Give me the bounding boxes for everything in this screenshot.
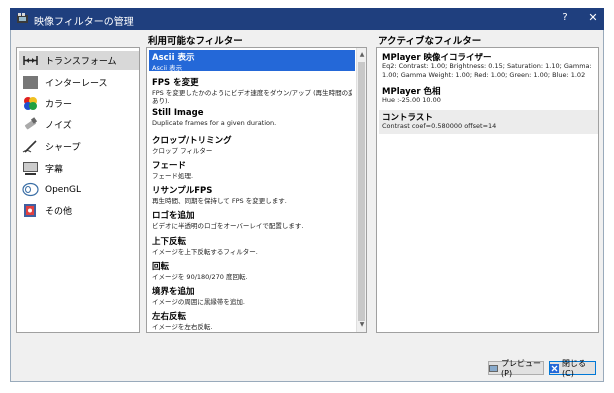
category-label: OpenGL bbox=[45, 184, 82, 195]
filter-item[interactable]: 境界を追加 イメージの周囲に黒縁帯を追加. bbox=[149, 284, 355, 309]
scroll-up-icon[interactable]: ▲ bbox=[357, 50, 366, 60]
preview-label: プレビュー(P) bbox=[501, 359, 541, 378]
category-label: シャープ bbox=[45, 143, 81, 153]
available-filter-list: Ascii 表示 Ascii 表示 FPS を変更 FPS を変更したかのように… bbox=[146, 47, 367, 333]
filter-item[interactable]: 回転 イメージを 90/180/270 度回転. bbox=[149, 259, 355, 284]
category-sharpen[interactable]: シャープ bbox=[19, 137, 139, 156]
category-label: その他 bbox=[45, 207, 73, 217]
dialog-body: トランスフォーム インターレース カラー ノイズ シャープ 字幕 OpenGL bbox=[10, 30, 604, 382]
category-label: ノイズ bbox=[45, 121, 72, 131]
transform-icon bbox=[22, 53, 39, 68]
filter-item[interactable]: リサンプルFPS 再生時間、同期を保持して FPS を変更します. bbox=[149, 183, 355, 208]
opengl-icon bbox=[22, 182, 39, 197]
available-filters-heading: 利用可能なフィルター bbox=[148, 36, 243, 47]
category-label: インターレース bbox=[45, 79, 108, 89]
filter-item[interactable]: 左右反転 イメージを左右反転. bbox=[149, 309, 355, 332]
category-label: カラー bbox=[45, 100, 73, 110]
category-label: トランスフォーム bbox=[45, 57, 117, 67]
help-button[interactable]: ? bbox=[558, 12, 572, 23]
close-window-button[interactable]: ✕ bbox=[586, 11, 600, 24]
color-icon bbox=[22, 96, 39, 111]
filter-desc: 再生時間、同期を保持して FPS を変更します. bbox=[152, 197, 287, 205]
active-filter-desc: Eq2: Contrast: 1.00; Brightness: 0.15; S… bbox=[382, 62, 592, 79]
active-filter-item[interactable]: MPlayer 色相 Hue :-25.00 10.00 bbox=[379, 84, 598, 108]
noise-icon bbox=[22, 117, 39, 132]
category-list: トランスフォーム インターレース カラー ノイズ シャープ 字幕 OpenGL bbox=[16, 47, 140, 333]
filter-item[interactable]: ロゴを追加 ビデオに半透明のロゴをオーバーレイで配置します. bbox=[149, 208, 355, 233]
filter-item[interactable]: FPS を変更 FPS を変更したかのようにビデオ速度をダウン/アップ (再生時… bbox=[149, 75, 355, 105]
category-misc[interactable]: その他 bbox=[19, 201, 139, 220]
app-icon bbox=[16, 12, 29, 25]
active-filter-list: MPlayer 映像イコライザー Eq2: Contrast: 1.00; Br… bbox=[376, 47, 599, 333]
filter-desc: FPS を変更したかのようにビデオ速度をダウン/アップ (再生時間の変化 bbox=[152, 89, 352, 97]
filter-desc: Ascii 表示 bbox=[152, 64, 183, 72]
scrollbar-thumb[interactable] bbox=[358, 62, 365, 321]
category-color[interactable]: カラー bbox=[19, 94, 139, 113]
active-filter-desc: Contrast coef=0.580000 offset=14 bbox=[382, 122, 497, 130]
filter-item[interactable]: フェード フェード処理. bbox=[149, 158, 355, 183]
preview-button[interactable]: プレビュー(P) bbox=[488, 359, 544, 378]
filter-desc: あり). bbox=[152, 97, 170, 105]
sharpen-icon bbox=[22, 139, 39, 154]
filter-desc: クロップ フィルター bbox=[152, 147, 213, 155]
filter-item[interactable]: 上下反転 イメージを上下反転するフィルター. bbox=[149, 234, 355, 259]
filter-desc: イメージを上下反転するフィルター. bbox=[152, 248, 258, 256]
title-bar: 映像フィルターの管理 ? ✕ bbox=[10, 8, 604, 30]
filter-desc: イメージの周囲に黒縁帯を追加. bbox=[152, 298, 245, 306]
filter-desc: Duplicate frames for a given duration. bbox=[152, 119, 277, 127]
category-opengl[interactable]: OpenGL bbox=[19, 180, 139, 199]
filter-desc: フェード処理. bbox=[152, 172, 194, 180]
close-button[interactable]: 閉じる(C) bbox=[549, 359, 596, 378]
subtitle-icon bbox=[22, 161, 39, 176]
filter-item[interactable]: Ascii 表示 Ascii 表示 bbox=[149, 50, 355, 72]
category-transform[interactable]: トランスフォーム bbox=[19, 51, 139, 70]
close-icon bbox=[550, 363, 559, 373]
category-noise[interactable]: ノイズ bbox=[19, 115, 139, 134]
filter-item[interactable]: Still Image Duplicate frames for a given… bbox=[149, 107, 355, 132]
filter-list-scrollbar[interactable]: ▲ ▼ bbox=[356, 48, 366, 332]
preview-icon bbox=[489, 364, 498, 373]
active-filter-item[interactable]: MPlayer 映像イコライザー Eq2: Contrast: 1.00; Br… bbox=[379, 50, 598, 82]
active-filter-item[interactable]: コントラスト Contrast coef=0.580000 offset=14 bbox=[379, 110, 598, 134]
filter-title: Still Image bbox=[152, 108, 204, 118]
filter-desc: イメージを 90/180/270 度回転. bbox=[152, 273, 248, 281]
interlace-icon bbox=[22, 75, 39, 90]
active-filters-heading: アクティブなフィルター bbox=[378, 36, 482, 47]
close-label: 閉じる(C) bbox=[562, 359, 586, 378]
filter-desc: ビデオに半透明のロゴをオーバーレイで配置します. bbox=[152, 222, 304, 230]
active-filter-desc: Hue :-25.00 10.00 bbox=[382, 96, 441, 104]
scroll-down-icon[interactable]: ▼ bbox=[357, 320, 366, 330]
category-label: 字幕 bbox=[45, 165, 64, 175]
window-title: 映像フィルターの管理 bbox=[34, 17, 134, 28]
filter-desc: イメージを左右反転. bbox=[152, 323, 213, 331]
category-subtitle[interactable]: 字幕 bbox=[19, 159, 139, 178]
category-interlace[interactable]: インターレース bbox=[19, 73, 139, 92]
misc-icon bbox=[22, 203, 39, 218]
filter-item[interactable]: クロップ/トリミング クロップ フィルター bbox=[149, 133, 355, 158]
